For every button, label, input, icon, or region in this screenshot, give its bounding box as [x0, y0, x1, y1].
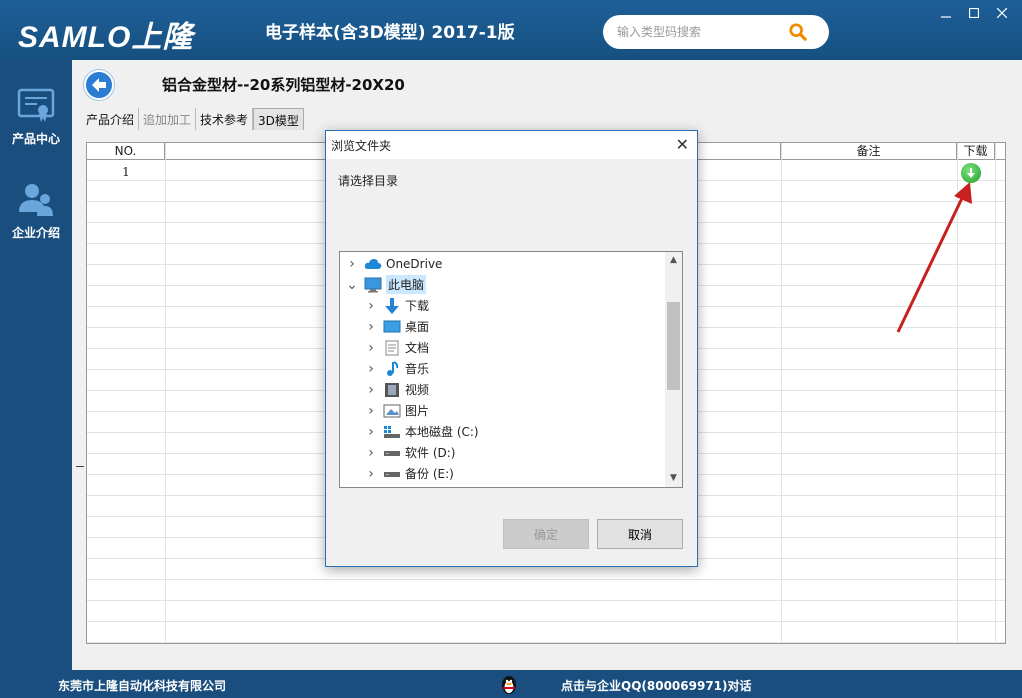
- row-number: 1: [87, 165, 165, 179]
- tree-item-label: OneDrive: [386, 257, 442, 271]
- sidebar-item-label: 产品中心: [12, 130, 60, 147]
- tree-item[interactable]: › 备份 (E:): [340, 463, 666, 484]
- scroll-down-icon[interactable]: ▼: [665, 470, 682, 487]
- maximize-button[interactable]: [960, 2, 988, 24]
- download-folder-icon: [383, 298, 401, 314]
- back-button[interactable]: [84, 70, 114, 100]
- tree-item[interactable]: › 本地磁盘 (C:): [340, 421, 666, 442]
- chevron-right-icon[interactable]: ›: [365, 403, 377, 419]
- drive-icon: [383, 466, 401, 482]
- tree-item-label: 图片: [405, 402, 429, 419]
- tab-additional-processing[interactable]: 追加加工: [139, 108, 196, 130]
- search-box[interactable]: [603, 15, 829, 49]
- table-row[interactable]: [87, 622, 1006, 643]
- qq-penguin-icon[interactable]: [498, 673, 520, 695]
- chevron-right-icon[interactable]: ›: [365, 298, 377, 314]
- tab-bar: 产品介绍 追加加工 技术参考 3D模型: [82, 108, 304, 130]
- search-input[interactable]: [617, 23, 777, 41]
- tree-item-label: 本地磁盘 (C:): [405, 423, 479, 440]
- column-header-no[interactable]: NO.: [87, 143, 165, 159]
- window-controls: [932, 2, 1016, 24]
- tree-item[interactable]: › 视频: [340, 379, 666, 400]
- scrollbar-thumb[interactable]: [667, 302, 680, 390]
- dialog-title: 浏览文件夹: [331, 137, 391, 154]
- column-divider: [165, 143, 166, 643]
- sidebar-item-product-center[interactable]: 产品中心: [0, 88, 72, 178]
- tree-item[interactable]: › 下载: [340, 295, 666, 316]
- tree-item-label: 下载: [405, 297, 429, 314]
- title-bar: SAMLO上隆 电子样本(含3D模型) 2017-1版: [0, 0, 1022, 60]
- page-title: 铝合金型材--20系列铝型材-20X20: [162, 74, 405, 95]
- tree-item[interactable]: › 软件 (D:): [340, 442, 666, 463]
- chevron-right-icon[interactable]: ›: [365, 340, 377, 356]
- tab-technical-reference[interactable]: 技术参考: [196, 108, 253, 130]
- column-divider: [781, 143, 782, 643]
- column-header-download[interactable]: 下载: [957, 143, 995, 159]
- app-title: 电子样本(含3D模型) 2017-1版: [265, 18, 515, 43]
- sidebar-item-company-intro[interactable]: 企业介绍: [0, 182, 72, 272]
- folder-tree: › OneDrive ⌄ 此电脑 › 下载 › 桌面 › 文档 › 音乐 › 视频 › 图片 › 本地磁盘 (C:…: [339, 251, 683, 488]
- browse-folder-dialog: 浏览文件夹 ✕ 请选择目录 ›OneDrive⌄此电脑›下载›桌面›文档›音乐›…: [325, 130, 698, 567]
- search-icon[interactable]: [789, 23, 807, 41]
- splitter[interactable]: [76, 466, 84, 467]
- tree-item-label: 视频: [405, 381, 429, 398]
- tree-item-label: 软件 (D:): [405, 444, 455, 461]
- document-icon: [383, 340, 401, 356]
- chevron-right-icon[interactable]: ›: [365, 424, 377, 440]
- chevron-right-icon[interactable]: ›: [365, 445, 377, 461]
- ok-button[interactable]: 确定: [503, 519, 589, 549]
- footer-company-name: 东莞市上隆自动化科技有限公司: [58, 677, 226, 694]
- chevron-right-icon[interactable]: ›: [365, 382, 377, 398]
- tree-item-label: 备份 (E:): [405, 465, 454, 482]
- chevron-down-icon[interactable]: ⌄: [346, 277, 358, 293]
- tree-item-label: 此电脑: [386, 275, 426, 294]
- table-row[interactable]: [87, 601, 1006, 622]
- annotation-arrow: [890, 180, 980, 340]
- drive-icon: [383, 445, 401, 461]
- cancel-button[interactable]: 取消: [597, 519, 683, 549]
- tree-item[interactable]: › 桌面: [340, 316, 666, 337]
- tree-item-label: 音乐: [405, 360, 429, 377]
- video-icon: [383, 382, 401, 398]
- scroll-up-icon[interactable]: ▲: [665, 252, 682, 269]
- minimize-button[interactable]: [932, 2, 960, 24]
- tree-item[interactable]: › 文档: [340, 337, 666, 358]
- sidebar: 产品中心 企业介绍: [0, 60, 72, 670]
- close-icon[interactable]: ✕: [676, 135, 689, 154]
- users-icon: [17, 182, 55, 218]
- table-row[interactable]: [87, 580, 1006, 601]
- music-icon: [383, 361, 401, 377]
- samlo-logo: SAMLO上隆: [18, 12, 193, 48]
- column-header-remark[interactable]: 备注: [781, 143, 957, 159]
- footer: 东莞市上隆自动化科技有限公司 点击与企业QQ(800069971)对话: [0, 670, 1022, 698]
- chevron-right-icon[interactable]: ›: [365, 466, 377, 482]
- system-drive-icon: [383, 424, 401, 440]
- tree-item-label: 文档: [405, 339, 429, 356]
- chevron-right-icon[interactable]: ›: [365, 319, 377, 335]
- picture-icon: [383, 403, 401, 419]
- tree-item[interactable]: › 音乐: [340, 358, 666, 379]
- tree-scrollbar[interactable]: ▲ ▼: [665, 252, 682, 487]
- desktop-icon: [383, 319, 401, 335]
- computer-icon: [364, 277, 382, 293]
- certificate-icon: [17, 88, 55, 124]
- sidebar-item-label: 企业介绍: [12, 224, 60, 241]
- footer-qq-contact-link[interactable]: 点击与企业QQ(800069971)对话: [561, 677, 752, 694]
- arrow-left-icon: [90, 76, 108, 94]
- tree-item[interactable]: ⌄ 此电脑: [340, 274, 666, 295]
- dialog-prompt: 请选择目录: [338, 172, 398, 189]
- tree-item[interactable]: › OneDrive: [340, 253, 666, 274]
- tab-product-intro[interactable]: 产品介绍: [82, 108, 139, 130]
- tab-3d-model[interactable]: 3D模型: [253, 108, 304, 130]
- column-divider: [995, 143, 996, 643]
- tree-item[interactable]: › 图片: [340, 400, 666, 421]
- close-button[interactable]: [988, 2, 1016, 24]
- tree-item-label: 桌面: [405, 318, 429, 335]
- cloud-icon: [364, 256, 382, 272]
- chevron-right-icon[interactable]: ›: [365, 361, 377, 377]
- dialog-title-bar[interactable]: 浏览文件夹 ✕: [326, 131, 697, 159]
- chevron-right-icon[interactable]: ›: [346, 256, 358, 272]
